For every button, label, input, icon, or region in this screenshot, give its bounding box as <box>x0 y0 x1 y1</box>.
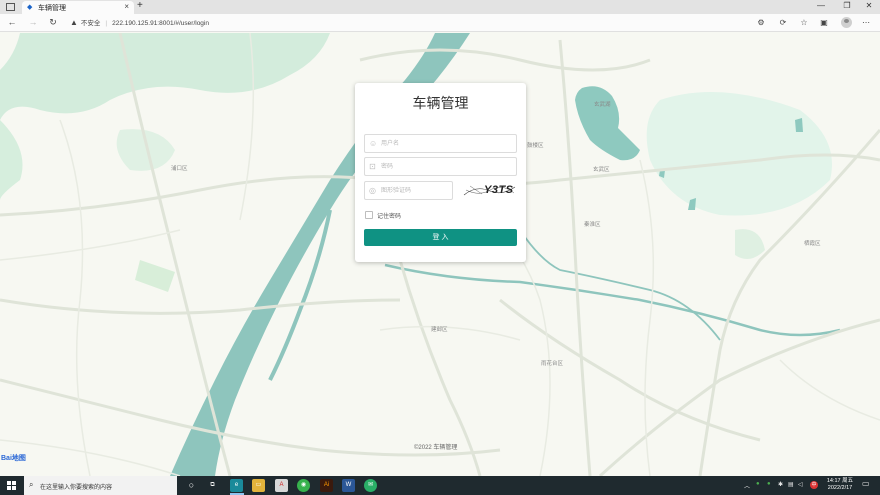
bluetooth-icon[interactable]: ✱ <box>778 481 783 488</box>
captcha-input[interactable] <box>381 184 448 197</box>
browser-tab-bar: ◆ 车辆管理 × + — ❐ ✕ <box>0 0 880 14</box>
illustrator-icon[interactable]: Ai <box>320 479 333 492</box>
task-view-icon[interactable]: ⧉ <box>206 479 219 492</box>
wechat-icon[interactable]: ✉ <box>364 479 377 492</box>
map-label-yuhuatai: 雨花台区 <box>541 361 564 367</box>
map-label-qinhuai: 秦淮区 <box>584 222 601 228</box>
tray-arrow-icon[interactable]: ︿ <box>744 481 750 490</box>
favorites-icon[interactable]: ☆ <box>798 18 810 27</box>
network-icon[interactable]: ▤ <box>788 481 794 488</box>
lock-icon: ⊡ <box>369 162 376 171</box>
map-label-gulou: 鼓楼区 <box>527 143 544 149</box>
menu-icon[interactable]: ⋯ <box>860 18 872 27</box>
captcha-field[interactable]: ◎ <box>364 181 453 200</box>
maximize-button[interactable]: ❐ <box>838 1 856 10</box>
clock-time: 14:17 周五 <box>826 478 854 484</box>
system-clock[interactable]: 14:17 周五 2022/2/17 <box>822 478 858 492</box>
browser-tab[interactable]: ◆ 车辆管理 × <box>22 1 134 14</box>
refresh-icon[interactable]: ↻ <box>47 17 59 28</box>
tab-title: 车辆管理 <box>38 5 66 12</box>
username-input[interactable] <box>381 137 512 150</box>
user-icon: ☺ <box>369 139 378 148</box>
tab-close-icon[interactable]: × <box>124 2 129 11</box>
file-explorer-icon[interactable]: ▭ <box>252 479 265 492</box>
url-separator: | <box>105 20 108 27</box>
captcha-image[interactable]: Y3TS <box>462 181 517 201</box>
word-icon[interactable]: W <box>342 479 355 492</box>
notification-icon[interactable]: ▭ <box>862 479 870 488</box>
remember-label: 记住密码 <box>377 214 402 220</box>
tab-actions-icon[interactable] <box>6 3 15 11</box>
clock-date: 2022/2/17 <box>827 485 853 491</box>
browser-360-icon[interactable]: ◉ <box>297 479 310 492</box>
login-title: 车辆管理 <box>412 95 469 111</box>
captcha-text: Y3TS <box>484 184 514 196</box>
taskbar-search[interactable]: ⌕ 在这里输入你要搜索的内容 <box>24 476 177 495</box>
edge-browser-icon[interactable]: e <box>230 479 243 492</box>
map-label-jianye: 建邺区 <box>431 327 448 333</box>
map-logo[interactable]: Bai地图 <box>1 453 26 463</box>
warning-icon: ▲ <box>70 18 78 27</box>
close-window-button[interactable]: ✕ <box>860 1 878 10</box>
cortana-icon[interactable]: ○ <box>185 479 198 492</box>
password-field[interactable]: ⊡ <box>364 157 517 176</box>
site-permissions-icon[interactable]: ⚙ <box>755 18 767 27</box>
password-input[interactable] <box>381 160 512 173</box>
map-label-xuanwu-lake: 玄武湖 <box>594 102 611 108</box>
address-bar: ← → ↻ ▲ 不安全 | 222.190.125.91:8001/#/user/lo… <box>0 14 880 32</box>
collections-icon[interactable]: ▣ <box>818 18 830 27</box>
back-icon[interactable]: ← <box>6 17 18 27</box>
reading-view-icon[interactable]: ⟳ <box>777 18 789 27</box>
url-text: 222.190.125.91:8001/#/user/login <box>112 20 209 27</box>
search-icon: ⌕ <box>29 480 34 489</box>
shield-icon: ◎ <box>369 186 376 195</box>
map-label-pukou: 浦口区 <box>171 166 188 172</box>
profile-avatar[interactable] <box>841 17 852 28</box>
windows-start-icon[interactable] <box>7 481 16 490</box>
url-field[interactable]: ▲ 不安全 | 222.190.125.91:8001/#/user/login <box>70 17 209 29</box>
new-tab-button[interactable]: + <box>137 0 143 11</box>
security-label: 不安全 <box>80 20 101 27</box>
login-button[interactable]: 登 入 <box>364 229 517 246</box>
map-label-xuanwu: 玄武区 <box>593 167 610 173</box>
minimize-button[interactable]: — <box>812 1 830 10</box>
forward-icon[interactable]: → <box>27 17 39 27</box>
volume-icon[interactable]: ◁ <box>798 481 803 488</box>
ime-language-icon[interactable]: 中 <box>810 481 818 489</box>
taskbar-search-placeholder: 在这里输入你要搜索的内容 <box>40 485 113 491</box>
remember-checkbox[interactable] <box>365 211 373 219</box>
site-favicon-icon: ◆ <box>27 4 33 11</box>
map-label-qixia: 栖霞区 <box>804 241 821 247</box>
username-field[interactable]: ☺ <box>364 134 517 153</box>
map-copyright: ©2022 车辆管理 <box>414 445 458 451</box>
pdf-reader-icon[interactable]: A <box>275 479 288 492</box>
tray-wechat-icon[interactable]: ● <box>767 481 771 487</box>
tray-app-icon[interactable]: ● <box>756 481 760 487</box>
windows-taskbar: ⌕ 在这里输入你要搜索的内容 ○ ⧉ e ▭ A ◉ Ai W ✉ ︿ ● ● … <box>0 476 880 495</box>
